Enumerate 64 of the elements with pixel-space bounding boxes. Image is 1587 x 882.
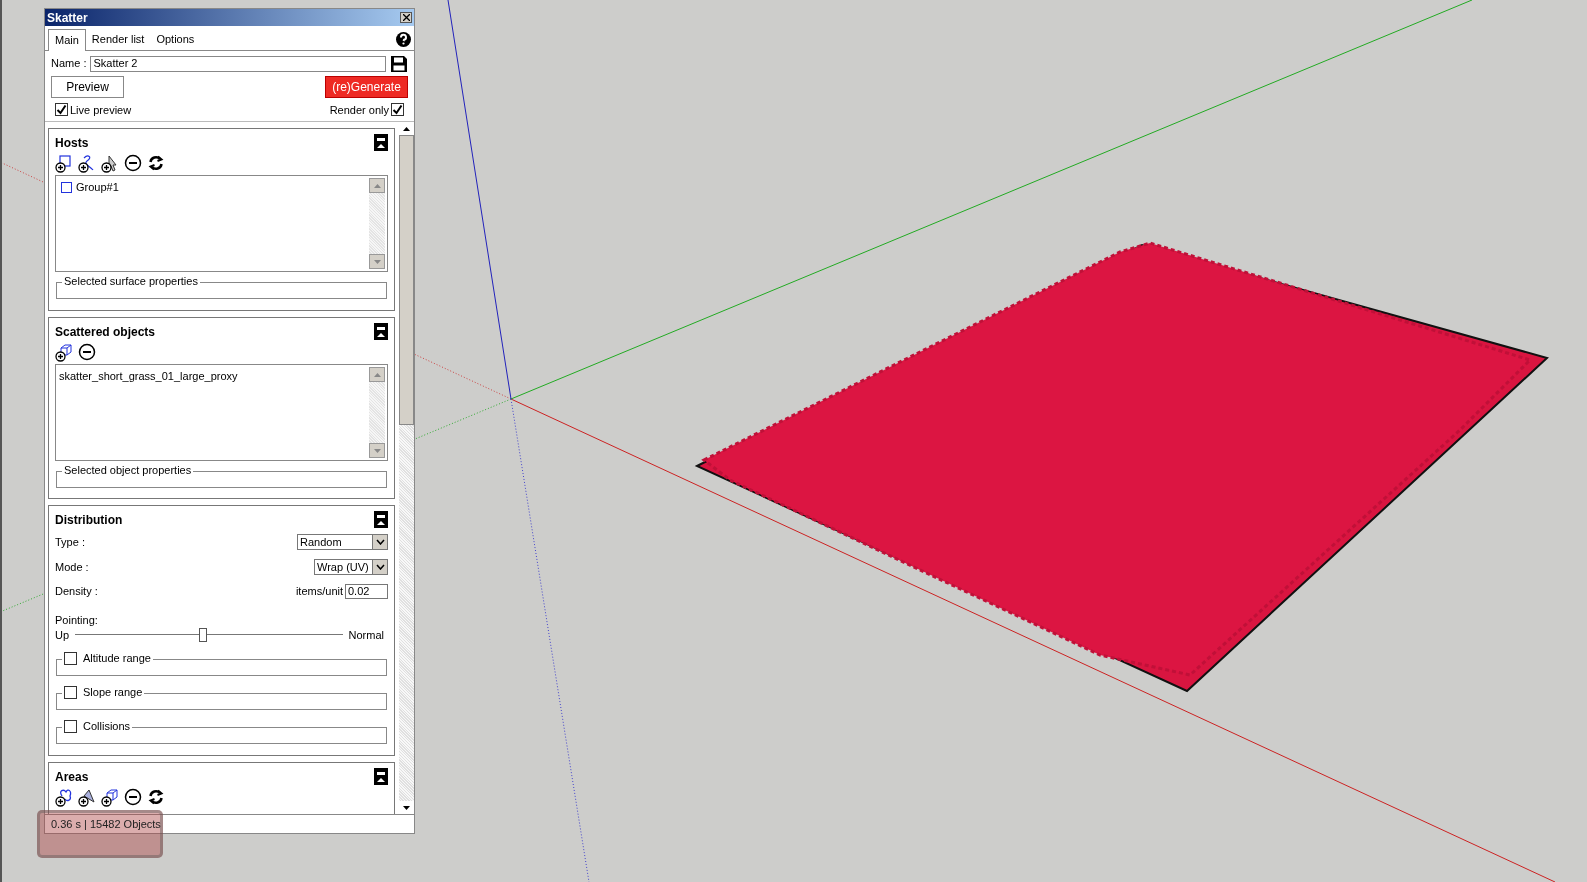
chevron-down-icon[interactable] [372, 535, 387, 550]
section-title: Scattered objects [55, 324, 156, 341]
tab[interactable]: Main [48, 29, 86, 51]
section-title: Hosts [55, 135, 89, 152]
tab[interactable]: Options [150, 29, 201, 50]
dropdown[interactable]: Random [297, 534, 388, 551]
name-input-field[interactable]: Skatter 2 [90, 55, 386, 72]
help-icon[interactable] [396, 31, 411, 47]
field-label: Density : [55, 584, 98, 599]
live-preview-checkbox[interactable] [55, 103, 68, 117]
group-icon [61, 181, 72, 193]
field-label: Type : [55, 535, 85, 550]
add-component-icon[interactable] [101, 788, 120, 807]
close-button[interactable] [400, 12, 412, 23]
checkbox-label: Render only [329, 102, 389, 118]
remove-icon[interactable] [78, 343, 97, 362]
unit-label: items/unit [295, 584, 343, 599]
refresh-icon[interactable] [147, 154, 166, 173]
collapse-icon[interactable] [374, 323, 388, 340]
scroll-down-icon[interactable] [399, 801, 414, 814]
scroll-up-icon[interactable] [399, 122, 414, 135]
slider-max-label: Normal [348, 627, 385, 643]
remove-icon[interactable] [124, 154, 143, 173]
add-component-icon[interactable] [55, 343, 74, 362]
pointing-slider[interactable] [75, 627, 343, 642]
collapse-icon[interactable] [374, 768, 388, 785]
option-checkbox[interactable] [64, 719, 77, 733]
add-paint-icon[interactable] [78, 788, 97, 807]
remove-icon[interactable] [124, 788, 143, 807]
window-title: Skatter [47, 9, 88, 27]
status-text: 0.36 s | 15482 Objects [51, 816, 161, 832]
option-label: Collisions [83, 719, 131, 734]
render-only-checkbox[interactable] [391, 103, 404, 117]
list-item[interactable]: skatter_short_grass_01_large_proxy [59, 368, 238, 385]
dropdown[interactable]: Wrap (UV) [314, 558, 388, 575]
pointing-label: Pointing: [55, 613, 98, 627]
collapse-icon[interactable] [374, 511, 388, 528]
preview-button[interactable]: Preview [51, 75, 124, 98]
scroll-thumb[interactable] [399, 135, 414, 425]
tab[interactable]: Render list [85, 29, 151, 50]
chevron-down-icon[interactable] [372, 559, 387, 574]
panel-scrollbar[interactable] [399, 122, 414, 814]
option-checkbox[interactable] [64, 651, 77, 665]
field-label: Mode : [55, 559, 89, 575]
option-label: Slope range [83, 685, 143, 700]
add-area-icon[interactable] [55, 788, 74, 807]
checkbox-label: Live preview [70, 102, 132, 118]
option-checkbox[interactable] [64, 685, 77, 699]
collapse-icon[interactable] [374, 134, 388, 151]
option-label: Altitude range [83, 651, 151, 666]
save-icon[interactable] [390, 54, 408, 73]
group-label: Selected object properties [64, 463, 192, 478]
name-label: Name : [51, 56, 87, 72]
add-face-icon[interactable] [55, 154, 74, 173]
section-title: Distribution [55, 512, 123, 529]
refresh-icon[interactable] [147, 788, 166, 807]
group-label: Selected surface properties [64, 274, 198, 289]
slider-thumb[interactable] [199, 627, 208, 642]
slider-min-label: Up [55, 627, 70, 643]
add-pick-icon[interactable] [101, 154, 120, 173]
generate-button[interactable]: (re)Generate [325, 75, 408, 98]
section-title: Areas [55, 769, 89, 786]
list-item[interactable]: Group#1 [76, 179, 119, 196]
density-input-field[interactable]: 0.02 [345, 583, 388, 599]
